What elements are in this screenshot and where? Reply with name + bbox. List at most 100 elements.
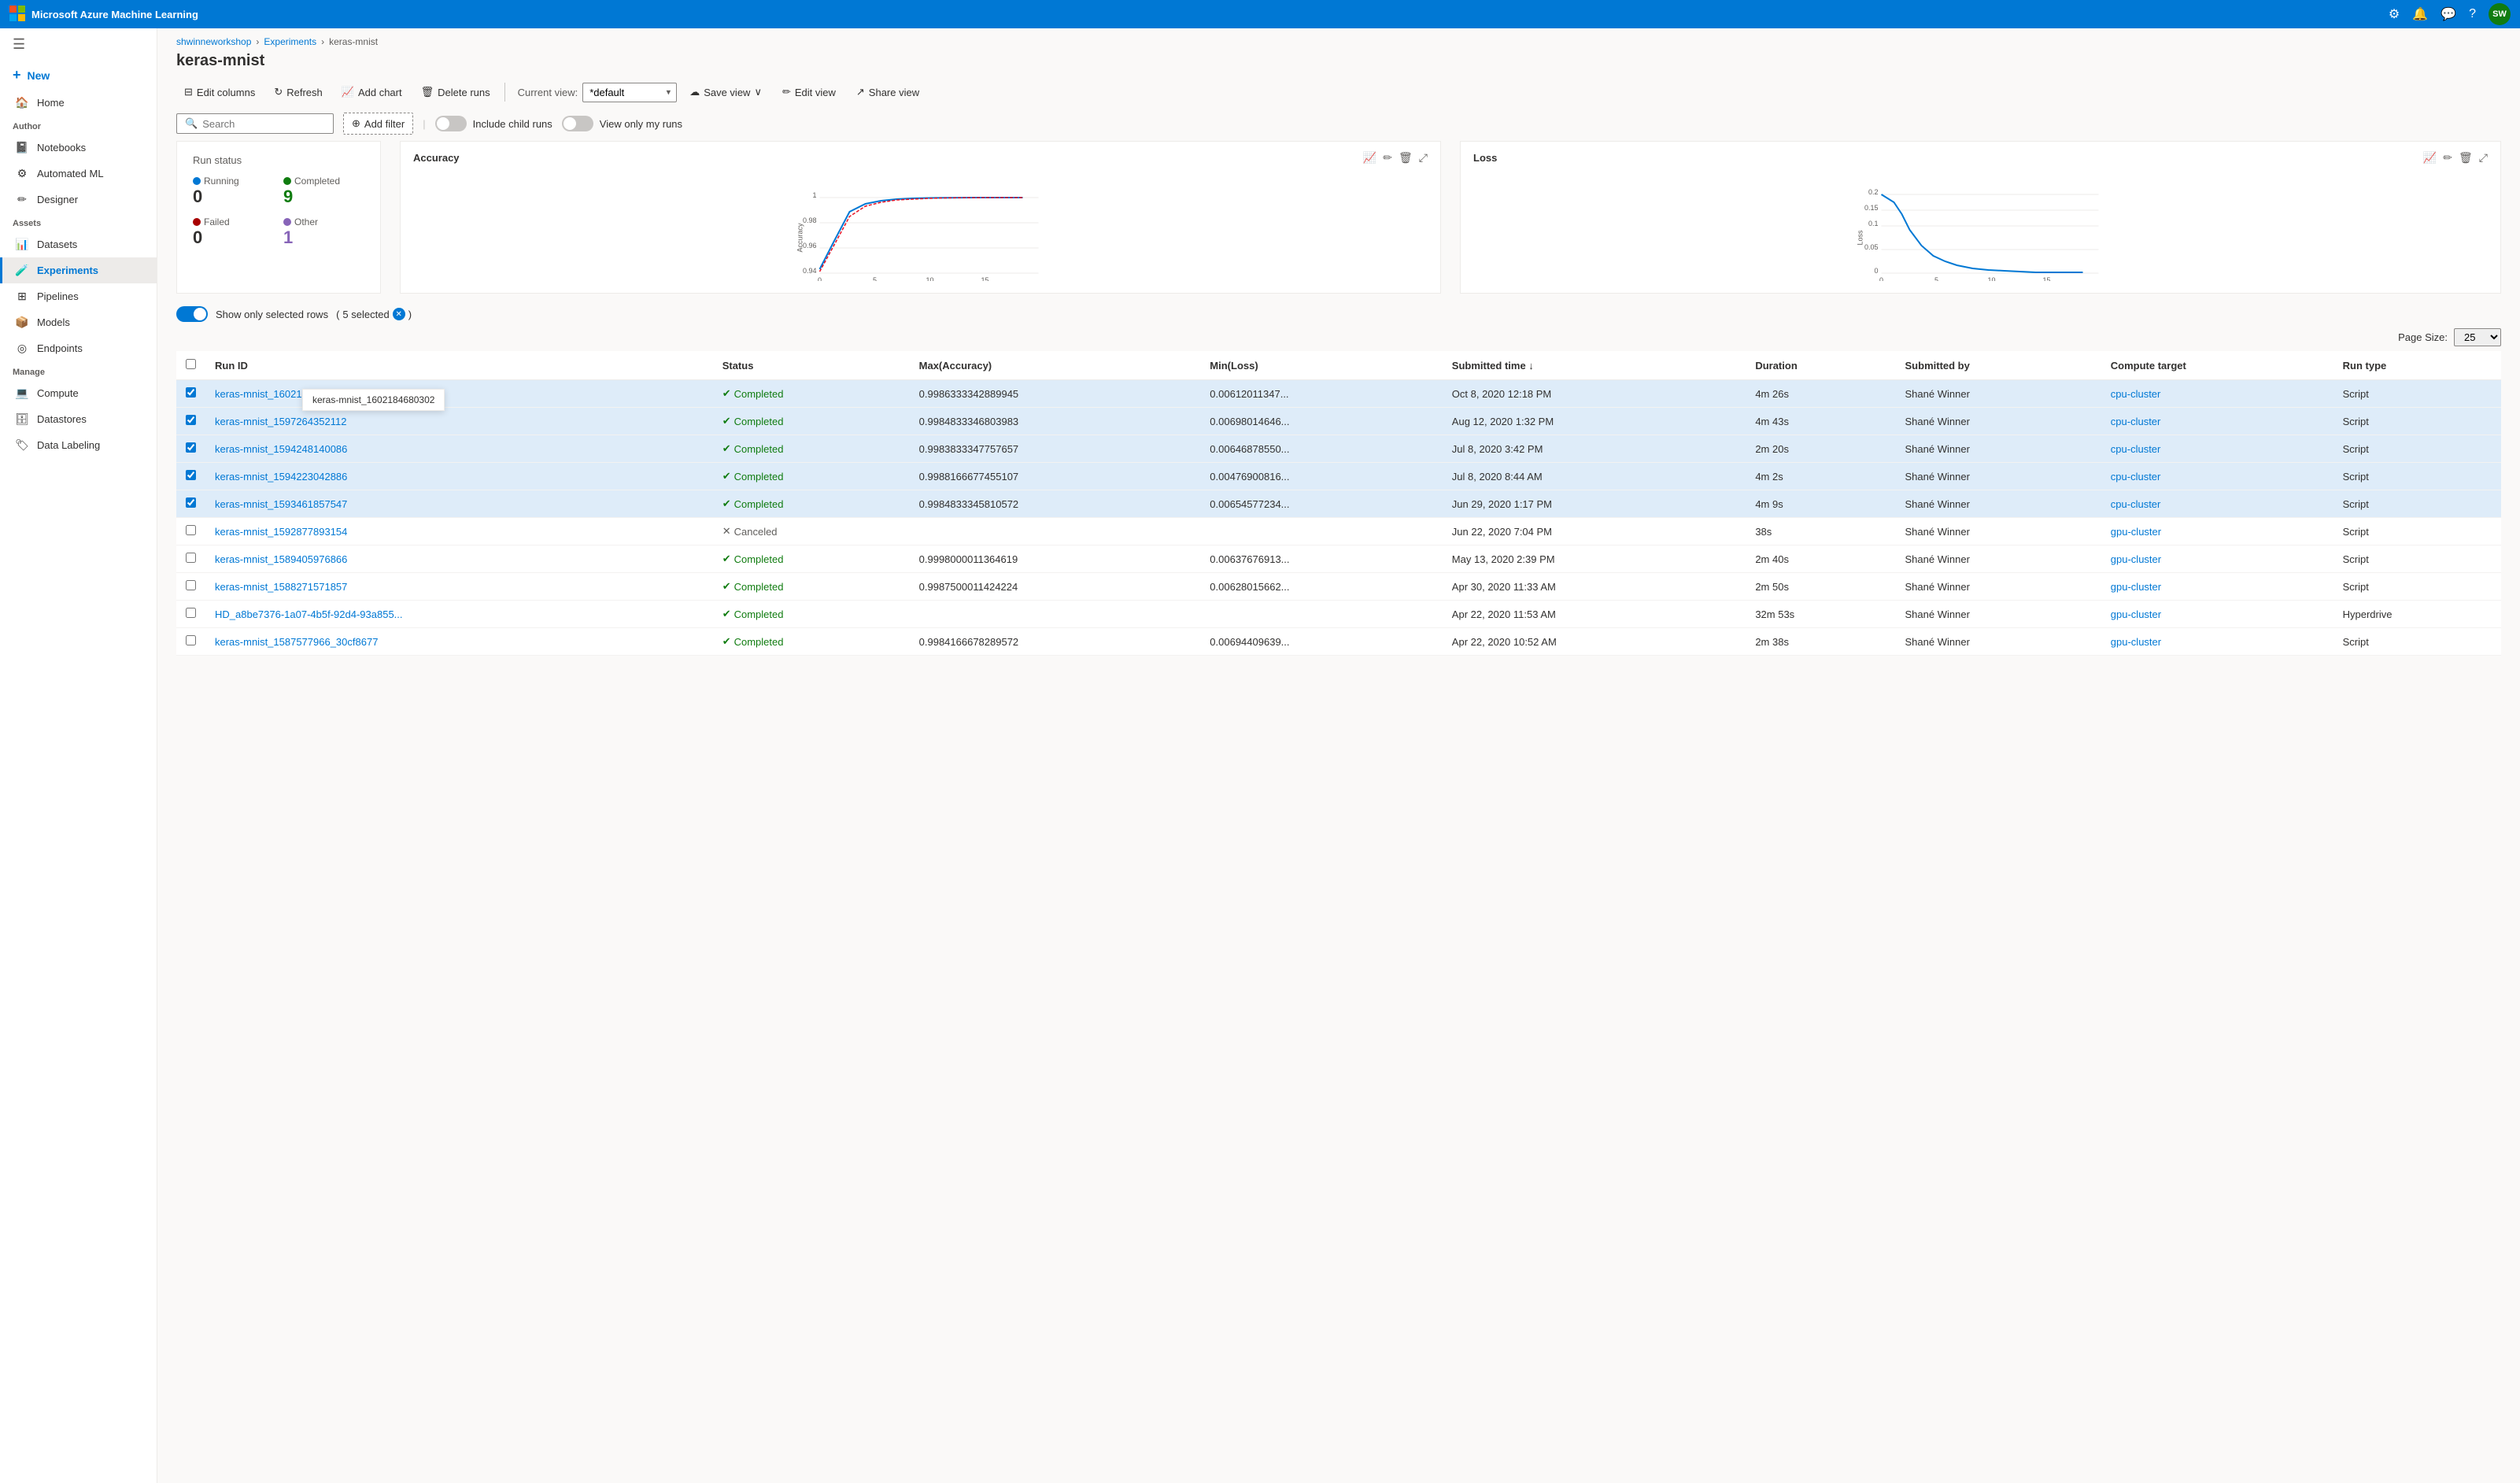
table-wrapper: Page Size: 25 50 100 keras-mnist_1602184… bbox=[157, 328, 2520, 1483]
compute-target-link[interactable]: gpu-cluster bbox=[2111, 608, 2161, 620]
share-view-button[interactable]: ↗ Share view bbox=[848, 81, 927, 103]
hamburger-icon[interactable]: ☰ bbox=[0, 28, 157, 61]
add-filter-button[interactable]: ⊕ Add filter bbox=[343, 113, 413, 135]
run-id-link[interactable]: keras-mnist_1587577966_30cf8677 bbox=[215, 636, 378, 648]
check-icon: ✔ bbox=[722, 470, 731, 483]
compute-target-link[interactable]: gpu-cluster bbox=[2111, 553, 2161, 565]
accuracy-chart-delete-icon[interactable]: 🗑 bbox=[1399, 151, 1413, 165]
compute-target-link[interactable]: cpu-cluster bbox=[2111, 498, 2161, 510]
check-icon: ✔ bbox=[722, 442, 731, 455]
page-size-select[interactable]: 25 50 100 bbox=[2454, 328, 2501, 346]
sidebar-item-data-labeling[interactable]: 🏷 Data Labeling bbox=[0, 432, 157, 458]
compute-target-link[interactable]: cpu-cluster bbox=[2111, 416, 2161, 427]
compute-target-link[interactable]: cpu-cluster bbox=[2111, 388, 2161, 400]
run-id-link[interactable]: keras-mnist_1594223042886 bbox=[215, 471, 347, 483]
row-checkbox-cell bbox=[176, 628, 205, 656]
sidebar-item-notebooks[interactable]: 📓 Notebooks bbox=[0, 135, 157, 161]
compute-target-cell: cpu-cluster bbox=[2101, 463, 2333, 490]
svg-text:5: 5 bbox=[1934, 276, 1938, 281]
loss-chart-edit-icon[interactable]: ✏ bbox=[2443, 151, 2452, 165]
max-accuracy-cell: 0.9998000011364619 bbox=[910, 545, 1201, 573]
sidebar-item-automated-ml[interactable]: ⚙ Automated ML bbox=[0, 161, 157, 187]
accuracy-chart-header: Accuracy 📈 ✏ 🗑 ⤢ bbox=[413, 151, 1428, 165]
compute-target-cell: cpu-cluster bbox=[2101, 380, 2333, 408]
row-checkbox[interactable] bbox=[186, 387, 196, 398]
edit-columns-button[interactable]: ⊟ Edit columns bbox=[176, 81, 263, 103]
submitted-by-cell: Shané Winner bbox=[1896, 435, 2101, 463]
row-checkbox[interactable] bbox=[186, 580, 196, 590]
run-id-link[interactable]: keras-mnist_1597264352112 bbox=[215, 416, 346, 427]
max-accuracy-cell: 0.9984833345810572 bbox=[910, 490, 1201, 518]
compute-target-link[interactable]: cpu-cluster bbox=[2111, 443, 2161, 455]
sidebar-item-datastores[interactable]: 🗄 Datastores bbox=[0, 406, 157, 432]
row-checkbox[interactable] bbox=[186, 470, 196, 480]
row-checkbox[interactable] bbox=[186, 415, 196, 425]
user-avatar[interactable]: SW bbox=[2489, 3, 2511, 25]
compute-target-link[interactable]: gpu-cluster bbox=[2111, 526, 2161, 538]
loss-chart-line-icon[interactable]: 📈 bbox=[2423, 151, 2437, 165]
view-only-my-runs-toggle[interactable] bbox=[562, 116, 593, 131]
run-id-link[interactable]: HD_a8be7376-1a07-4b5f-92d4-93a855... bbox=[215, 608, 403, 620]
compute-target-cell: cpu-cluster bbox=[2101, 435, 2333, 463]
sidebar-item-designer[interactable]: ✏ Designer bbox=[0, 187, 157, 213]
accuracy-chart-edit-icon[interactable]: ✏ bbox=[1383, 151, 1392, 165]
row-checkbox[interactable] bbox=[186, 608, 196, 618]
run-id-link[interactable]: keras-mnist_1594248140086 bbox=[215, 443, 347, 455]
row-checkbox[interactable] bbox=[186, 635, 196, 645]
sidebar-item-experiments[interactable]: 🧪 Experiments bbox=[0, 257, 157, 283]
sidebar-item-datasets[interactable]: 📊 Datasets bbox=[0, 231, 157, 257]
include-child-runs-toggle[interactable] bbox=[435, 116, 467, 131]
help-icon[interactable]: ? bbox=[2469, 7, 2476, 21]
search-box[interactable]: 🔍 bbox=[176, 113, 334, 134]
compute-target-link[interactable]: gpu-cluster bbox=[2111, 581, 2161, 593]
check-icon: ✔ bbox=[722, 553, 731, 565]
compute-target-link[interactable]: gpu-cluster bbox=[2111, 636, 2161, 648]
show-selected-toggle[interactable] bbox=[176, 306, 208, 322]
row-checkbox[interactable] bbox=[186, 553, 196, 563]
accuracy-chart-expand-icon[interactable]: ⤢ bbox=[1419, 151, 1428, 165]
edit-view-button[interactable]: ✏ Edit view bbox=[774, 81, 844, 103]
bell-icon[interactable]: 🔔 bbox=[2412, 6, 2428, 22]
select-all-checkbox[interactable] bbox=[186, 359, 196, 369]
run-id-link[interactable]: keras-mnist_1593461857547 bbox=[215, 498, 347, 510]
compute-target-link[interactable]: cpu-cluster bbox=[2111, 471, 2161, 483]
run-status-panel: Run status Running 0 Completed bbox=[176, 141, 381, 294]
loss-chart-delete-icon[interactable]: 🗑 bbox=[2459, 151, 2473, 165]
refresh-button[interactable]: ↻ Refresh bbox=[266, 81, 330, 103]
submitted-time-cell: Jun 29, 2020 1:17 PM bbox=[1443, 490, 1746, 518]
save-view-button[interactable]: ☁ Save view ∨ bbox=[682, 81, 770, 103]
breadcrumb-experiments[interactable]: Experiments bbox=[264, 36, 316, 47]
run-id-link[interactable]: keras-mnist_1592877893154 bbox=[215, 526, 347, 538]
loss-chart-actions: 📈 ✏ 🗑 ⤢ bbox=[2423, 151, 2488, 165]
breadcrumb-workspace[interactable]: shwinneworkshop bbox=[176, 36, 251, 47]
accuracy-chart-line-icon[interactable]: 📈 bbox=[1363, 151, 1376, 165]
accuracy-chart-actions: 📈 ✏ 🗑 ⤢ bbox=[1363, 151, 1428, 165]
add-chart-button[interactable]: 📈 Add chart bbox=[334, 81, 410, 103]
current-view-select[interactable]: *default bbox=[582, 83, 677, 102]
clear-selection-button[interactable]: ✕ bbox=[393, 308, 405, 320]
sidebar-item-models[interactable]: 📦 Models bbox=[0, 309, 157, 335]
settings-icon[interactable]: ⚙ bbox=[2389, 6, 2400, 22]
svg-text:0.2: 0.2 bbox=[1868, 188, 1879, 196]
run-id-cell: keras-mnist_1594223042886 bbox=[205, 463, 713, 490]
status-completed: ✔Completed bbox=[722, 553, 900, 565]
feedback-icon[interactable]: 💬 bbox=[2441, 6, 2456, 22]
col-run-type: Run type bbox=[2333, 351, 2501, 380]
run-id-link[interactable]: keras-mnist_1589405976866 bbox=[215, 553, 347, 565]
view-only-my-runs-group: View only my runs bbox=[562, 116, 682, 131]
search-input[interactable] bbox=[202, 118, 320, 130]
sidebar-item-compute[interactable]: 💻 Compute bbox=[0, 380, 157, 406]
row-checkbox[interactable] bbox=[186, 497, 196, 508]
sidebar-item-home[interactable]: 🏠 Home bbox=[0, 90, 157, 116]
new-button[interactable]: + New bbox=[0, 61, 157, 90]
completed-dot bbox=[283, 177, 291, 185]
submitted-time-cell: Apr 22, 2020 11:53 AM bbox=[1443, 601, 1746, 628]
run-id-link[interactable]: keras-mnist_1588271571857 bbox=[215, 581, 347, 593]
delete-runs-button[interactable]: 🗑 Delete runs bbox=[413, 81, 498, 103]
sidebar-item-pipelines[interactable]: ⊞ Pipelines bbox=[0, 283, 157, 309]
row-checkbox[interactable] bbox=[186, 442, 196, 453]
row-checkbox[interactable] bbox=[186, 525, 196, 535]
running-value: 0 bbox=[193, 187, 274, 207]
sidebar-item-endpoints[interactable]: ◎ Endpoints bbox=[0, 335, 157, 361]
loss-chart-expand-icon[interactable]: ⤢ bbox=[2479, 151, 2488, 165]
